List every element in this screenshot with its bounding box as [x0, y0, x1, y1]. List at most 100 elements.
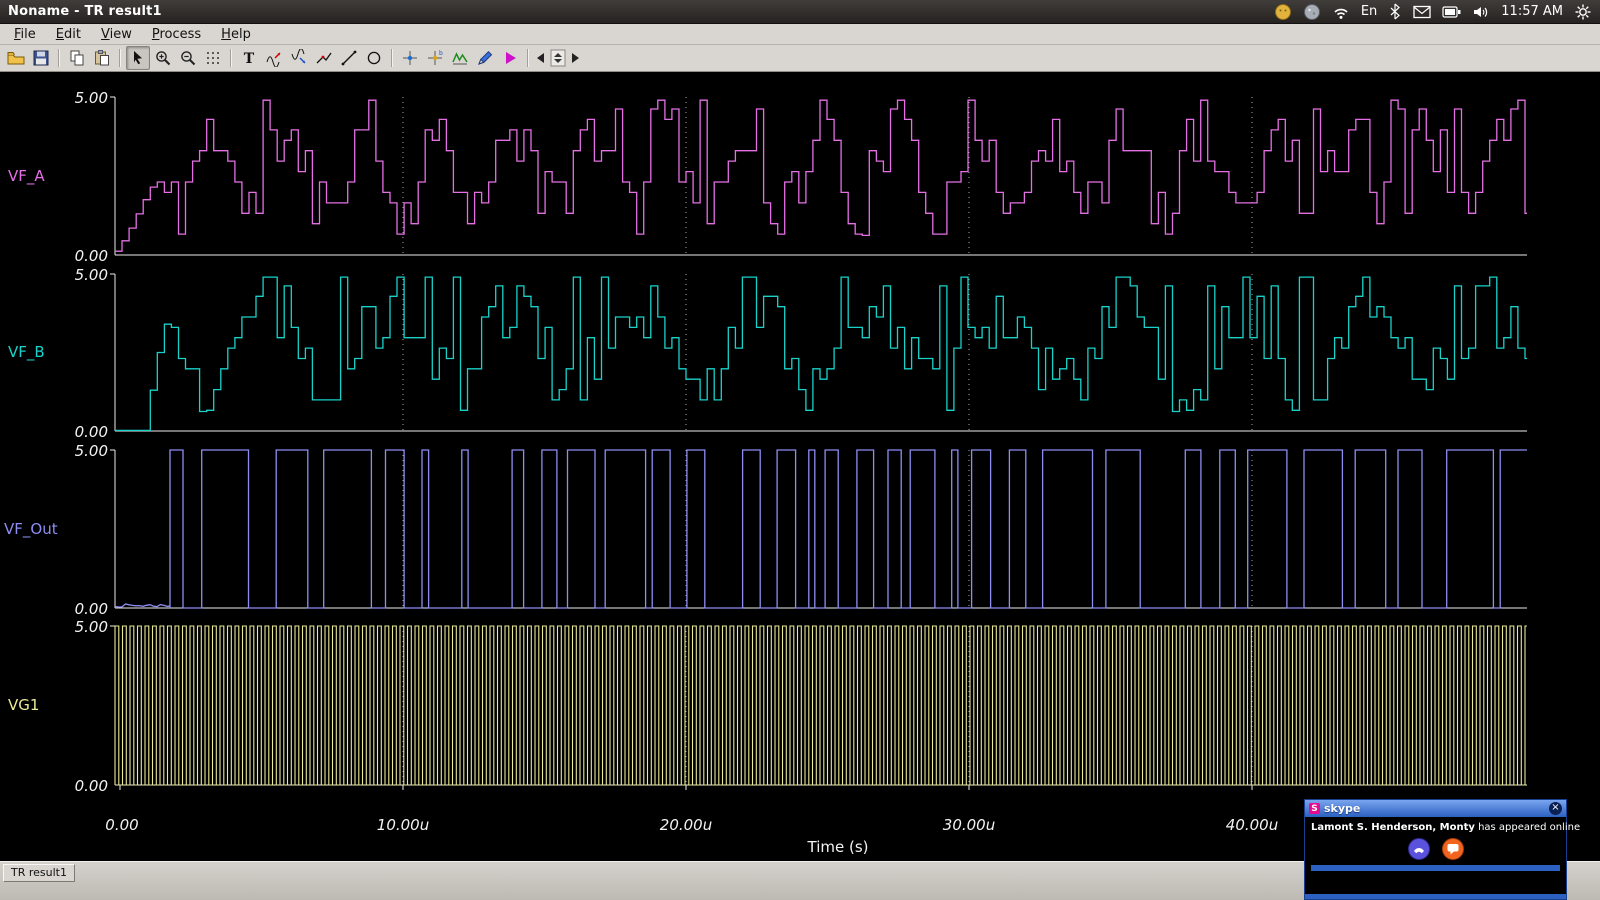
waveform-marker-down-icon — [290, 49, 308, 67]
toolbar: T b — [0, 45, 1600, 72]
x-axis-title: Time (s) — [808, 838, 869, 856]
menu-edit[interactable]: Edit — [46, 26, 91, 43]
next-button[interactable] — [568, 46, 582, 70]
call-button[interactable] — [1408, 838, 1430, 860]
indicator-status-icon[interactable] — [1274, 3, 1292, 21]
marker-rise-button[interactable] — [262, 46, 286, 70]
skype-message: Lamont S. Henderson, Monty has appeared … — [1305, 817, 1566, 871]
zoom-grid-button[interactable] — [201, 46, 225, 70]
indicator-app-icon[interactable] — [1303, 3, 1321, 21]
paste-icon — [93, 49, 111, 67]
open-file-button[interactable] — [4, 46, 28, 70]
mail-icon[interactable] — [1413, 5, 1431, 19]
cursor-y-button[interactable]: b — [423, 46, 447, 70]
y-max-label-row2: 5.00 — [60, 266, 108, 284]
save-button[interactable] — [29, 46, 53, 70]
svg-text:b: b — [439, 50, 443, 57]
y-min-label-row4: 0.00 — [60, 777, 108, 795]
line-tool-button[interactable] — [337, 46, 361, 70]
skype-header: S skype × — [1305, 800, 1566, 817]
skype-logo-icon: S — [1309, 803, 1320, 814]
zoom-out-button[interactable] — [176, 46, 200, 70]
skype-divider — [1311, 865, 1560, 871]
grid-icon — [204, 49, 222, 67]
system-tray: En 11:57 AM — [1274, 3, 1592, 21]
contact-name: Lamont S. Henderson, Monty — [1311, 822, 1475, 833]
chat-button[interactable] — [1442, 838, 1464, 860]
y-max-label-row3: 5.00 — [60, 442, 108, 460]
menu-bar: File Edit View Process Help — [0, 24, 1600, 45]
svg-text:T: T — [244, 51, 255, 67]
crosshair-y-icon: b — [426, 49, 444, 67]
y-min-label-row1: 0.00 — [60, 247, 108, 265]
page-spinner[interactable] — [549, 46, 567, 70]
skype-footer — [1305, 894, 1566, 899]
bluetooth-icon[interactable] — [1388, 3, 1402, 20]
signal-label-vf-out: VF_Out — [4, 520, 58, 538]
slope-icon — [315, 49, 333, 67]
menu-file[interactable]: File — [4, 26, 46, 43]
chat-bubble-icon — [1446, 842, 1460, 856]
y-max-label-row1: 5.00 — [60, 89, 108, 107]
text-icon: T — [240, 49, 258, 67]
y-max-label-row4: 5.00 — [60, 618, 108, 636]
x-tick-20u: 20.00u — [660, 816, 712, 834]
toolbar-separator — [119, 49, 121, 67]
waveform-marker-up-icon — [265, 49, 283, 67]
marker-slope-button[interactable] — [312, 46, 336, 70]
event-text: has appeared online — [1475, 822, 1580, 833]
menu-view[interactable]: View — [91, 26, 142, 43]
signal-label-vg1: VG1 — [8, 696, 39, 714]
run-button[interactable] — [498, 46, 522, 70]
arrow-left-icon — [535, 51, 547, 65]
skype-notification[interactable]: S skype × Lamont S. Henderson, Monty has… — [1304, 799, 1567, 900]
skype-brand: skype — [1324, 802, 1360, 815]
floppy-icon — [32, 49, 50, 67]
cursor-x-button[interactable] — [398, 46, 422, 70]
green-wave-icon — [451, 49, 469, 67]
y-min-label-row2: 0.00 — [60, 423, 108, 441]
circle-icon — [365, 49, 383, 67]
waveform-viewer[interactable]: VF_A VF_B VF_Out VG1 5.00 0.00 5.00 0.00… — [0, 72, 1600, 861]
copy-icon — [68, 49, 86, 67]
close-icon[interactable]: × — [1549, 802, 1562, 815]
signal-label-vf-a: VF_A — [8, 167, 45, 185]
y-min-label-row3: 0.00 — [60, 600, 108, 618]
pencil-icon — [476, 49, 494, 67]
menu-help[interactable]: Help — [211, 26, 261, 43]
phone-icon — [1412, 842, 1426, 856]
signal-label-vf-b: VF_B — [8, 343, 45, 361]
cursor-icon — [129, 49, 147, 67]
clock[interactable]: 11:57 AM — [1501, 4, 1563, 19]
wifi-icon[interactable] — [1332, 4, 1350, 20]
battery-icon[interactable] — [1442, 6, 1461, 18]
x-tick-10u: 10.00u — [377, 816, 429, 834]
window-title: Noname - TR result1 — [8, 4, 162, 19]
volume-icon[interactable] — [1472, 4, 1490, 20]
circle-tool-button[interactable] — [362, 46, 386, 70]
toolbar-separator — [391, 49, 393, 67]
marker-fall-button[interactable] — [287, 46, 311, 70]
menu-process[interactable]: Process — [142, 26, 211, 43]
copy-button[interactable] — [65, 46, 89, 70]
text-tool-button[interactable]: T — [237, 46, 261, 70]
toolbar-separator — [230, 49, 232, 67]
play-icon — [501, 49, 519, 67]
x-tick-30u: 30.00u — [943, 816, 995, 834]
zoom-in-button[interactable] — [151, 46, 175, 70]
add-wave-button[interactable] — [448, 46, 472, 70]
session-gear-icon[interactable] — [1574, 3, 1592, 21]
edit-wave-button[interactable] — [473, 46, 497, 70]
toolbar-separator — [58, 49, 60, 67]
zoom-in-icon — [154, 49, 172, 67]
result-tab[interactable]: TR result1 — [3, 864, 75, 882]
select-tool-button[interactable] — [126, 46, 150, 70]
arrow-right-icon — [569, 51, 581, 65]
paste-button[interactable] — [90, 46, 114, 70]
x-tick-40u: 40.00u — [1226, 816, 1278, 834]
prev-button[interactable] — [534, 46, 548, 70]
line-icon — [340, 49, 358, 67]
waveform-canvas[interactable] — [0, 72, 1600, 861]
top-panel: Noname - TR result1 En 11:57 AM — [0, 0, 1600, 24]
language-indicator[interactable]: En — [1361, 4, 1377, 19]
